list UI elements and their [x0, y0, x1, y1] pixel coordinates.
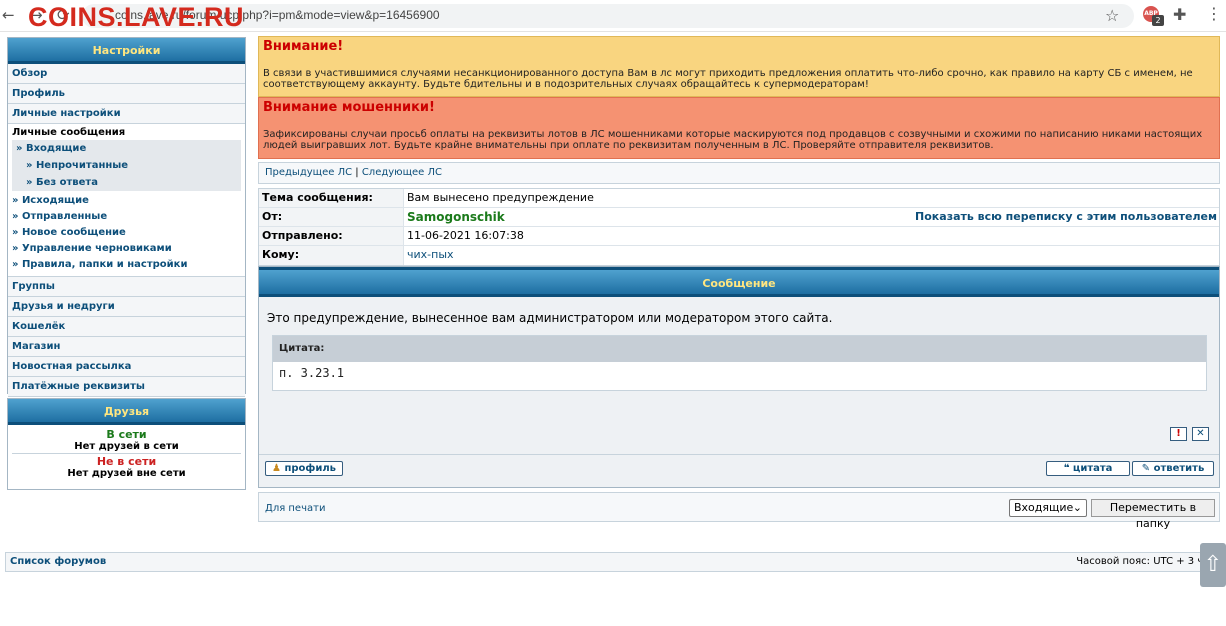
pagination-separator: |: [355, 167, 359, 178]
forum-index-link[interactable]: Список форумов: [10, 553, 106, 571]
sidebar-item-shop[interactable]: Магазин: [8, 337, 245, 357]
from-cell: Samogonschik Показать всю переписку с эт…: [404, 208, 1219, 226]
sidebar-item-sent[interactable]: » Отправленные: [8, 209, 245, 225]
sidebar-item-rules-folders[interactable]: » Правила, папки и настройки: [8, 257, 245, 273]
folder-select[interactable]: Входящие ⌄: [1009, 499, 1087, 517]
settings-panel-title: Настройки: [8, 38, 245, 64]
recipient-link[interactable]: чих-пых: [404, 246, 1219, 265]
bookmark-star-icon[interactable]: ☆: [1105, 6, 1119, 25]
sent-row: Отправлено: 11-06-2021 16:07:38: [259, 227, 1219, 246]
print-link[interactable]: Для печати: [265, 503, 325, 514]
message-headers: Тема сообщения: Вам вынесено предупрежде…: [258, 188, 1220, 266]
offline-label: Не в сети: [96, 455, 157, 468]
site-watermark: COINS.LAVE.RU: [28, 2, 245, 32]
message-section-title: Сообщение: [259, 267, 1219, 297]
move-to-folder-button[interactable]: Переместить в папку: [1091, 499, 1215, 530]
sidebar-item-drafts[interactable]: » Управление черновиками: [8, 241, 245, 257]
online-empty-text: Нет друзей в сети: [74, 441, 179, 452]
message-body: Это предупреждение, вынесенное вам админ…: [267, 311, 833, 325]
sidebar-item-profile[interactable]: Профиль: [8, 84, 245, 104]
bottom-toolbar: Для печати Входящие ⌄ Переместить в папк…: [258, 492, 1220, 530]
back-arrow-icon[interactable]: ←: [2, 6, 15, 24]
next-pm-link[interactable]: Следующее ЛС: [362, 167, 442, 178]
sidebar-item-unanswered[interactable]: » Без ответа: [12, 174, 241, 191]
reply-button-label: ответить: [1153, 463, 1205, 474]
browser-menu-icon[interactable]: ⋮: [1206, 4, 1222, 23]
friends-panel: Друзья В сети Нет друзей в сети Не в сет…: [7, 398, 246, 490]
offline-empty-text: Нет друзей вне сети: [67, 468, 186, 479]
folder-select-value: Входящие: [1014, 501, 1074, 514]
warning-text: В связи в участившимися случаями несанкц…: [263, 68, 1193, 90]
profile-button-label: профиль: [284, 463, 336, 474]
subject-label: Тема сообщения:: [259, 189, 404, 207]
browser-toolbar: ← → ⟳ coins.lave.ru/forum/ucp.php?i=pm&m…: [0, 0, 1226, 32]
fraud-title: Внимание мошенники!: [263, 100, 435, 115]
sidebar-item-new-message[interactable]: » Новое сообщение: [8, 225, 245, 241]
sent-value: 11-06-2021 16:07:38: [407, 229, 524, 242]
fraud-notice: Внимание мошенники! Зафиксированы случаи…: [258, 97, 1220, 159]
quote-text: п. 3.23.1: [279, 366, 345, 380]
friends-panel-title: Друзья: [8, 399, 245, 425]
page-footer: Список форумов Часовой пояс: UTC + 3 час…: [5, 552, 1226, 572]
scroll-up-icon[interactable]: ⇧: [1200, 543, 1226, 587]
sidebar-item-overview[interactable]: Обзор: [8, 64, 245, 84]
from-label: От:: [259, 208, 404, 226]
extension-badge: 2: [1152, 15, 1164, 26]
pm-items-group: » Исходящие » Отправленные » Новое сообщ…: [8, 191, 245, 277]
sidebar-item-wallet[interactable]: Кошелёк: [8, 317, 245, 337]
sidebar-item-inbox[interactable]: » Входящие: [12, 140, 241, 157]
delete-icon[interactable]: ✕: [1192, 427, 1209, 441]
from-row: От: Samogonschik Показать всю переписку …: [259, 208, 1219, 227]
online-label: В сети: [106, 428, 147, 441]
to-label: Кому:: [259, 246, 404, 265]
profile-button[interactable]: ♟ профиль: [265, 461, 343, 476]
sidebar-item-outbox[interactable]: » Исходящие: [8, 193, 245, 209]
extensions-puzzle-icon[interactable]: ✚: [1173, 5, 1186, 24]
inbox-group: » Входящие » Непрочитанные » Без ответа: [12, 140, 241, 191]
quote-bubble-icon: ❝: [1063, 463, 1070, 474]
user-icon: ♟: [272, 463, 281, 474]
quote-label: Цитата:: [273, 336, 1206, 362]
report-icon[interactable]: !: [1170, 427, 1187, 441]
show-all-conversation-link[interactable]: Показать всю переписку с этим пользовате…: [915, 208, 1217, 226]
sidebar-item-unread[interactable]: » Непрочитанные: [12, 157, 241, 174]
sidebar-item-groups[interactable]: Группы: [8, 277, 245, 297]
sidebar-item-personal-settings[interactable]: Личные настройки: [8, 104, 245, 124]
warning-title: Внимание!: [263, 39, 344, 54]
quote-block: Цитата: п. 3.23.1: [272, 335, 1207, 391]
sidebar-item-newsletter[interactable]: Новостная рассылка: [8, 357, 245, 377]
chevron-down-icon: ⌄: [1072, 501, 1082, 514]
reply-button[interactable]: ✎ ответить: [1132, 461, 1214, 476]
reply-doc-icon: ✎: [1141, 463, 1151, 474]
warning-notice: Внимание! В связи в участившимися случая…: [258, 36, 1220, 97]
subject-row: Тема сообщения: Вам вынесено предупрежде…: [259, 189, 1219, 208]
pm-pagination: Предыдущее ЛС | Следующее ЛС: [258, 162, 1220, 184]
sidebar-section-private-messages: Личные сообщения: [8, 124, 245, 140]
quote-button-label: цитата: [1072, 463, 1113, 474]
fraud-text: Зафиксированы случаи просьб оплаты на ре…: [263, 129, 1203, 151]
to-row: Кому: чих-пых: [259, 246, 1219, 265]
message-box: Сообщение Это предупреждение, вынесенное…: [258, 266, 1220, 488]
sent-label: Отправлено:: [259, 227, 404, 245]
prev-pm-link[interactable]: Предыдущее ЛС: [265, 167, 352, 178]
quote-button[interactable]: ❝ цитата: [1046, 461, 1130, 476]
sender-link[interactable]: Samogonschik: [407, 210, 505, 224]
subject-value: Вам вынесено предупреждение: [407, 191, 594, 204]
sidebar-item-friends-foes[interactable]: Друзья и недруги: [8, 297, 245, 317]
settings-panel: Настройки Обзор Профиль Личные настройки…: [7, 37, 246, 397]
sidebar-item-payment-details[interactable]: Платёжные реквизиты: [8, 377, 245, 397]
